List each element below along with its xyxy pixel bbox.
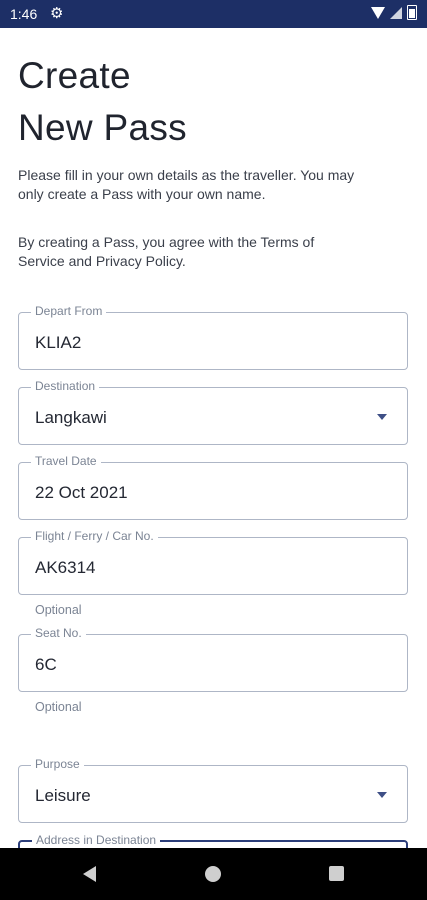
navigation-bar xyxy=(0,848,427,900)
depart-from-value: KLIA2 xyxy=(35,333,82,352)
info-own-details: Please fill in your own details as the t… xyxy=(18,167,355,202)
purpose-select[interactable]: Purpose Leisure xyxy=(18,757,408,823)
dropdown-arrow-icon[interactable] xyxy=(377,792,387,798)
settings-icon: ⚙ xyxy=(50,5,64,22)
destination-label: Destination xyxy=(31,379,100,393)
address-label: Address in Destination xyxy=(32,833,161,847)
destination-select[interactable]: Destination Langkawi xyxy=(18,379,408,445)
scroll-content[interactable]: Create New Pass Please fill in your own … xyxy=(0,28,427,848)
signal-icon xyxy=(390,6,402,19)
status-bar: 1:46 ⚙ xyxy=(0,0,427,28)
page-title: Create New Pass xyxy=(18,50,187,154)
back-icon[interactable] xyxy=(83,866,96,882)
destination-value: Langkawi xyxy=(35,408,107,427)
info-terms: By creating a Pass, you agree with the T… xyxy=(18,234,315,269)
title-line-1: Create xyxy=(18,55,131,96)
wifi-icon xyxy=(371,6,385,19)
transport-no-helper: Optional xyxy=(35,603,82,617)
status-icons xyxy=(371,5,417,20)
seat-no-value: 6C xyxy=(35,655,57,674)
title-line-2: New Pass xyxy=(18,107,187,148)
recents-icon[interactable] xyxy=(329,866,344,881)
status-time: 1:46 xyxy=(10,6,38,22)
transport-no-value: AK6314 xyxy=(35,558,96,577)
dropdown-arrow-icon[interactable] xyxy=(377,414,387,420)
depart-from-field[interactable]: Depart From KLIA2 xyxy=(18,304,408,370)
purpose-value: Leisure xyxy=(35,786,91,805)
travel-date-label: Travel Date xyxy=(31,454,101,468)
seat-no-helper: Optional xyxy=(35,700,82,714)
travel-date-field[interactable]: Travel Date 22 Oct 2021 xyxy=(18,454,408,520)
depart-from-label: Depart From xyxy=(31,304,107,318)
travel-date-value: 22 Oct 2021 xyxy=(35,483,128,502)
purpose-label: Purpose xyxy=(31,757,84,771)
seat-no-field[interactable]: Seat No. 6C xyxy=(18,626,408,692)
seat-no-label: Seat No. xyxy=(31,626,86,640)
address-field[interactable]: Address in Destination xyxy=(18,833,408,848)
home-icon[interactable] xyxy=(205,866,221,882)
transport-no-field[interactable]: Flight / Ferry / Car No. AK6314 xyxy=(18,529,408,595)
transport-no-label: Flight / Ferry / Car No. xyxy=(31,529,158,543)
battery-icon xyxy=(407,5,417,20)
